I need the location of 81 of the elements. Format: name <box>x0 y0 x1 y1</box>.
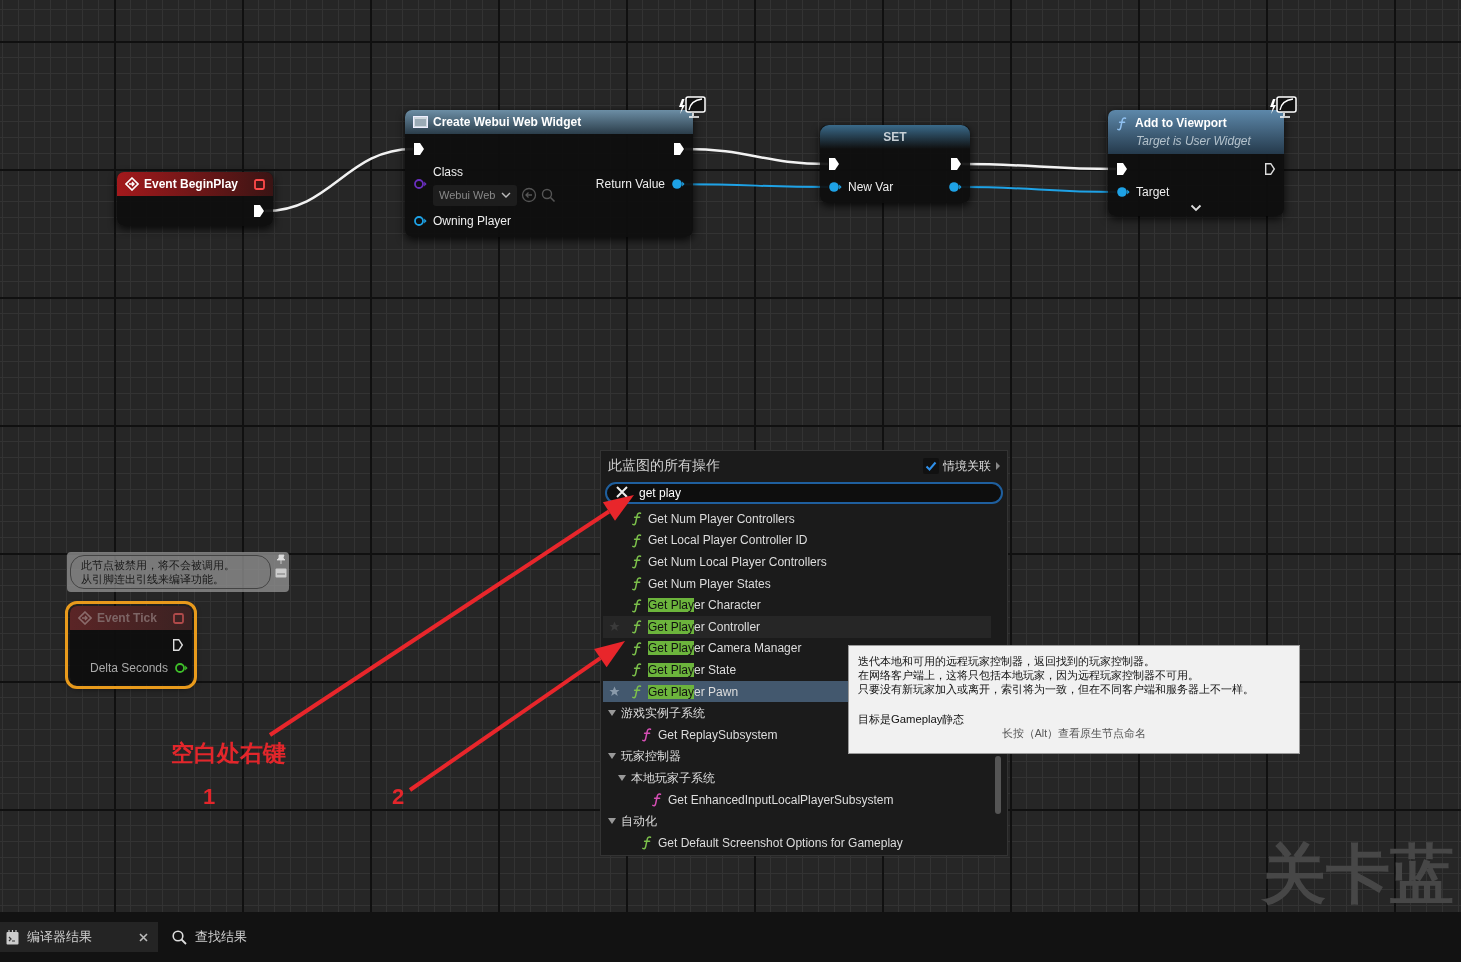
data-pin-icon[interactable] <box>413 214 427 227</box>
event-icon <box>78 611 92 625</box>
action-item[interactable]: Get Num Local Player Controllers <box>603 551 991 573</box>
action-label: Get Num Local Player Controllers <box>648 554 827 571</box>
node-subtitle: Target is User Widget <box>1135 133 1252 150</box>
action-item[interactable]: Get Local Player Controller ID <box>603 529 991 552</box>
expand-chevron-icon[interactable] <box>1190 204 1202 212</box>
blueprint-node[interactable]: Add to Viewport Target is User Widget Target <box>1108 110 1284 216</box>
data-pin-icon[interactable] <box>828 181 842 193</box>
action-item[interactable]: Get Default Screenshot Options for Gameplay <box>603 831 991 854</box>
action-label: Get Local Player Controller ID <box>648 532 808 550</box>
action-label: Get ReplaySubsystem <box>658 726 778 744</box>
blueprint-node[interactable]: Create Webui Web Widget Class Webui Web Return Value Owning Player <box>405 110 693 237</box>
delegate-pin-icon[interactable] <box>254 178 265 190</box>
node-title: Event Tick <box>97 610 158 627</box>
search-icon <box>172 929 187 945</box>
blueprint-node[interactable]: Event BeginPlay <box>117 172 273 226</box>
node-title: Event BeginPlay <box>144 176 240 193</box>
clear-icon[interactable] <box>615 485 629 499</box>
pin-label: Target <box>1136 184 1170 201</box>
category-label: 本地玩家子系统 <box>631 769 715 787</box>
pin-label: Return Value <box>595 176 665 194</box>
annotation-caption: 空白处右键 <box>171 739 286 768</box>
pin-label: Delta Seconds <box>90 660 169 677</box>
close-icon[interactable] <box>139 932 148 942</box>
exec-pin-icon[interactable] <box>673 142 685 156</box>
exec-pin-icon[interactable] <box>1264 162 1276 176</box>
category-label: 自动化 <box>621 813 657 831</box>
action-label: Get Default Screenshot Options for Gameplay <box>658 834 903 852</box>
blueprint-node[interactable]: SET New Var <box>820 125 970 203</box>
category-item[interactable]: 本地玩家子系统 <box>603 767 991 789</box>
step-number: 1 <box>203 783 216 811</box>
scrollbar-thumb[interactable] <box>995 756 1001 814</box>
event-icon <box>125 177 139 191</box>
exec-pin-icon[interactable] <box>413 142 425 156</box>
tooltip-target: 目标是Gameplay静态 <box>858 712 966 726</box>
category-label: 玩家控制器 <box>621 748 681 766</box>
category-label: 游戏实例子系统 <box>621 705 705 723</box>
pin-label: New Var <box>848 179 894 196</box>
panel-tab[interactable]: 查找结果 <box>166 922 257 952</box>
star-icon[interactable] <box>609 686 620 698</box>
data-pin-icon[interactable] <box>948 181 962 193</box>
use-selected-icon[interactable] <box>521 187 538 204</box>
menu-title: 此蓝图的所有操作 <box>608 456 720 475</box>
widget-icon <box>413 116 428 128</box>
action-label: Get EnhancedInputLocalPlayerSubsystem <box>668 791 894 809</box>
caret-icon <box>995 460 1001 471</box>
action-label: Get Num Player Controllers <box>648 510 795 528</box>
node-title: Add to Viewport <box>1135 115 1227 132</box>
caret-icon <box>607 709 617 718</box>
caret-icon <box>501 192 512 199</box>
log-icon <box>6 929 19 945</box>
panel-tab[interactable]: 编译器结果 <box>0 922 158 952</box>
data-pin-icon[interactable] <box>671 178 685 191</box>
checkbox-icon[interactable] <box>923 457 939 474</box>
action-item[interactable]: Get Num Player States <box>603 572 991 595</box>
caret-icon <box>617 773 627 782</box>
exec-pin-icon[interactable] <box>828 157 840 171</box>
class-dropdown[interactable]: Webui Web <box>433 185 518 206</box>
exec-pin-icon[interactable] <box>950 157 962 171</box>
data-pin-icon[interactable] <box>1116 186 1130 198</box>
tooltip-hint: 长按（Alt）查看原生节点命名 <box>1000 726 1148 740</box>
exec-pin-icon[interactable] <box>253 204 265 218</box>
action-label: Get Num Player States <box>648 575 771 593</box>
node-title: SET <box>883 129 907 146</box>
search-field[interactable]: get play <box>605 482 1003 504</box>
function-icon <box>1116 115 1127 131</box>
step-number: 2 <box>392 783 405 811</box>
caret-icon <box>607 752 617 761</box>
caret-icon <box>607 817 617 826</box>
node-title: Create Webui Web Widget <box>433 114 582 131</box>
action-item[interactable]: Get EnhancedInputLocalPlayerSubsystem <box>603 788 991 811</box>
search-icon[interactable] <box>541 187 557 203</box>
node-comment: 此节点被禁用，将不会被调用。 从引脚连出引线来编译功能。 <box>70 555 271 589</box>
context-toggle[interactable]: 情境关联 <box>923 456 1001 475</box>
pin-label: Class <box>433 164 464 181</box>
category-item[interactable]: 自动化 <box>603 810 991 832</box>
exec-pin-icon[interactable] <box>1116 162 1128 176</box>
pin-label: Owning Player <box>433 212 512 230</box>
category-item[interactable]: 玩家控制器 <box>603 745 991 768</box>
action-item[interactable]: Get Num Player Controllers <box>603 508 991 530</box>
